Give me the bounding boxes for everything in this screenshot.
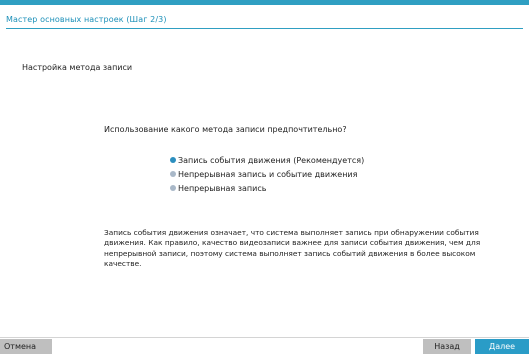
radio-unselected-icon[interactable] [170,185,176,191]
next-button[interactable]: Далее [475,339,529,354]
back-button[interactable]: Назад [423,339,471,354]
cancel-button[interactable]: Отмена [0,339,52,354]
option-continuous[interactable]: Непрерывная запись [170,181,364,195]
method-description: Запись события движения означает, что си… [104,228,481,269]
title-divider [6,28,523,29]
radio-selected-icon[interactable] [170,157,176,163]
option-continuous-and-motion[interactable]: Непрерывная запись и событие движения [170,167,364,181]
question-text: Использование какого метода записи предп… [104,125,347,134]
wizard-title: Мастер основных настроек (Шаг 2/3) [6,15,167,24]
section-title: Настройка метода записи [22,63,133,72]
radio-unselected-icon[interactable] [170,171,176,177]
top-accent-bar [0,0,529,5]
footer-divider [0,337,529,338]
option-label: Непрерывная запись и событие движения [178,169,358,179]
option-label: Запись события движения (Рекомендуется) [178,155,365,165]
setup-wizard-window: Мастер основных настроек (Шаг 2/3) Настр… [0,0,529,354]
recording-method-options: Запись события движения (Рекомендуется) … [170,153,364,195]
option-label: Непрерывная запись [178,183,267,193]
option-motion-event[interactable]: Запись события движения (Рекомендуется) [170,153,364,167]
